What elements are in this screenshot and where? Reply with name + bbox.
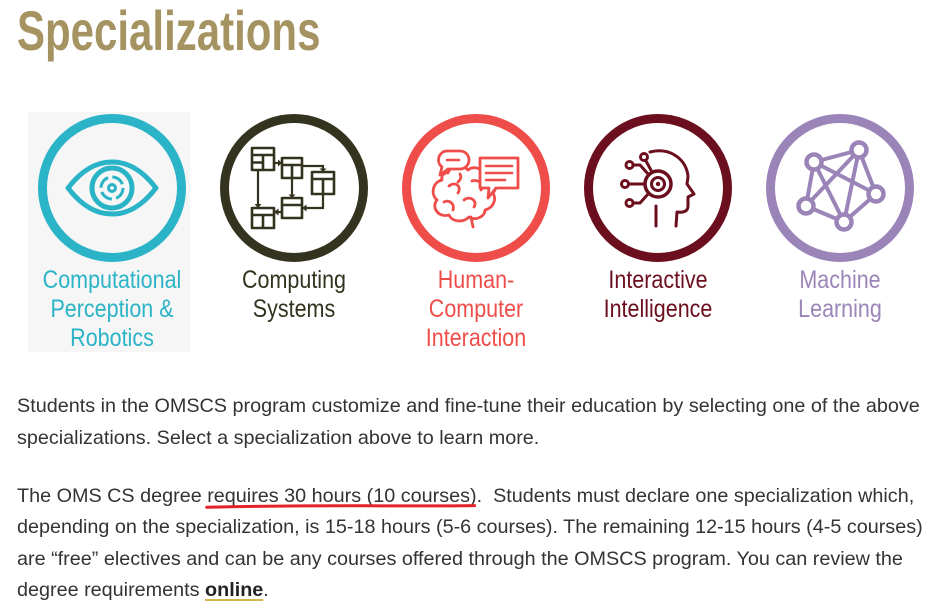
specialization-label: Computational Perception & Robotics [42, 265, 182, 352]
requirements-paragraph: The OMS CS degree requires 30 hours (10 … [17, 481, 942, 607]
specializations-row: Computational Perception & Robotics Comp… [21, 112, 931, 354]
icon-ring [766, 114, 914, 262]
specialization-label: Computing Systems [242, 265, 346, 323]
speech-bubbles [437, 149, 520, 200]
specialization-interactive-intelligence[interactable]: Interactive Intelligence [567, 114, 749, 354]
requirements-end: . [263, 579, 269, 601]
icon-ring [220, 114, 368, 262]
brain-speech-bubbles-icon [402, 114, 550, 262]
eye-icon [38, 114, 186, 262]
specialization-label: Machine Learning [798, 265, 882, 323]
requirements-lead: The OMS CS degree [17, 484, 208, 507]
specialization-label: Human-Computer Interaction [425, 265, 527, 352]
specialization-human-computer-interaction[interactable]: Human-Computer Interaction [385, 114, 567, 354]
specialization-label: Interactive Intelligence [603, 265, 713, 323]
flowchart-icon [220, 114, 368, 262]
page-title: Specializations [17, 0, 321, 62]
specialization-machine-learning[interactable]: Machine Learning [749, 114, 931, 354]
ai-head-circuit-icon [584, 114, 732, 262]
eye-glint [110, 186, 114, 190]
highlighted-requirement: requires 30 hours (10 courses) [207, 485, 476, 507]
online-link[interactable]: online [205, 579, 263, 601]
intro-paragraph: Students in the OMSCS program customize … [17, 395, 920, 449]
red-annotation-underline [204, 503, 477, 509]
specialization-computational-perception-robotics[interactable]: Computational Perception & Robotics [21, 112, 203, 354]
specialization-computing-systems[interactable]: Computing Systems [203, 114, 385, 354]
icon-ring [402, 114, 550, 262]
target-center [643, 169, 673, 199]
neural-network-icon [766, 114, 914, 262]
body-content: Students in the OMSCS program customize … [17, 391, 942, 607]
